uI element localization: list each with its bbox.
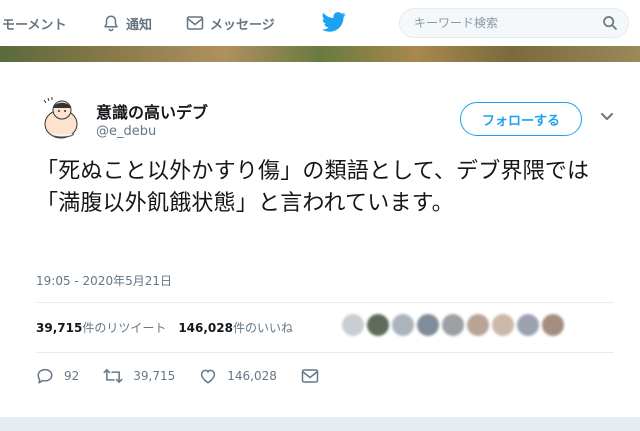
nav-notifications[interactable]: 通知 [102,0,152,46]
tweet-actions: 92 39,715 146,028 [36,367,353,385]
dm-icon [301,369,319,383]
search-icon[interactable] [602,15,618,31]
retweet-stat[interactable]: 39,715件のリツイート [36,319,166,336]
liker-avatar[interactable] [542,314,564,336]
reply-button[interactable]: 92 [36,367,79,385]
like-icon [201,369,216,384]
avatar-illustration-icon [36,92,88,144]
search-input[interactable] [414,16,602,30]
like-stat[interactable]: 146,028件のいいね [178,319,293,336]
engagement-stats: 39,715件のリツイート 146,028件のいいね [36,319,293,336]
avatar[interactable] [36,92,88,144]
top-navigation: モーメント 通知 メッセージ [0,0,640,46]
direct-message-button[interactable] [301,368,329,384]
nav-messages-label: メッセージ [210,17,275,33]
likes-label: 件のいいね [232,321,293,335]
liker-avatar[interactable] [392,314,414,336]
chevron-down-icon[interactable] [600,112,614,122]
tweet-text: 「死ぬこと以外かすり傷」の類語として、デブ界隈では「満腹以外飢餓状態」と言われて… [36,159,590,216]
liker-avatar[interactable] [442,314,464,336]
like-button[interactable]: 146,028 [199,367,277,385]
liker-avatar[interactable] [467,314,489,336]
liker-avatars [342,314,567,336]
reply-icon [37,368,53,384]
display-name[interactable]: 意識の高いデブ [96,99,208,123]
liker-avatar[interactable] [417,314,439,336]
search-box [399,8,629,38]
twitter-bird-icon[interactable] [322,12,346,32]
nav-moments-label: モーメント [2,17,67,33]
retweets-count: 39,715 [36,321,83,335]
liker-avatar[interactable] [517,314,539,336]
like-action-count: 146,028 [227,369,277,383]
header-photo [0,46,640,62]
liker-avatar[interactable] [342,314,364,336]
retweet-button[interactable]: 39,715 [103,367,175,385]
reply-count: 92 [64,369,80,383]
user-handle[interactable]: @e_debu [96,124,156,139]
nav-notifications-label: 通知 [126,17,153,33]
envelope-icon [186,16,204,30]
page-background-bottom [0,417,640,431]
divider [36,352,614,353]
retweet-icon [103,368,124,384]
divider [36,302,614,303]
retweet-action-count: 39,715 [133,369,176,383]
tweet-card: 意識の高いデブ @e_debu フォローする 「死ぬこと以外かすり傷」の類語とし… [0,62,640,417]
follow-button[interactable]: フォローする [460,102,582,136]
nav-moments[interactable]: モーメント [2,0,66,46]
liker-avatar[interactable] [367,314,389,336]
retweets-label: 件のリツイート [82,321,167,335]
liker-avatar[interactable] [492,314,514,336]
likes-count: 146,028 [178,321,233,335]
nav-messages[interactable]: メッセージ [186,0,275,46]
bell-icon [104,15,118,32]
tweet-timestamp[interactable]: 19:05 - 2020年5月21日 [36,272,172,289]
